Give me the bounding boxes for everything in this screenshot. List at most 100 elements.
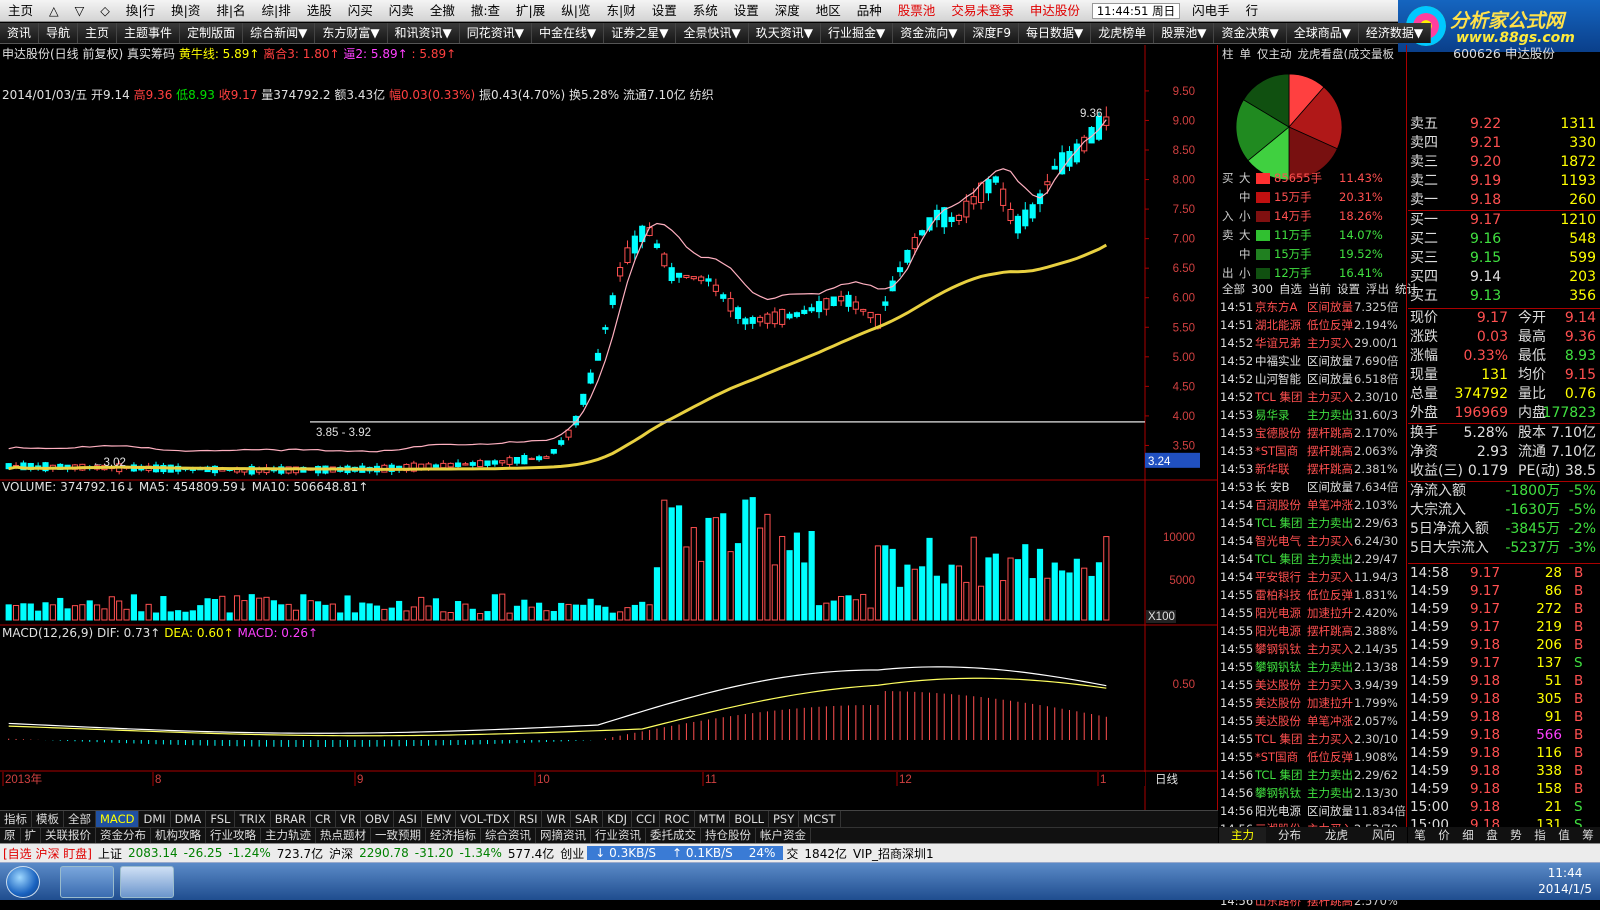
ie-app-icon[interactable] <box>60 866 114 898</box>
nav-item-11[interactable]: 全景快讯▼ <box>676 23 749 43</box>
menu-item-14[interactable]: 纵|览 <box>553 0 598 22</box>
indicator-tab-24[interactable]: MCST <box>799 811 841 827</box>
right-tab-0[interactable]: 笔 <box>1408 827 1432 843</box>
nav-item-16[interactable]: 每日数据▼ <box>1018 23 1092 43</box>
row-button[interactable]: 行 <box>1238 0 1267 22</box>
nav-item-9[interactable]: 中金在线▼ <box>532 23 605 43</box>
indicator-tab-8[interactable]: BRAR <box>271 811 312 827</box>
nav-item-14[interactable]: 资金流向▼ <box>893 23 966 43</box>
menu-red-item-1[interactable]: 交易未登录 <box>943 0 1022 22</box>
indicator-tab-23[interactable]: PSY <box>769 811 800 827</box>
nav-item-0[interactable]: 资讯 <box>0 23 40 43</box>
radar-row[interactable]: 14:52 TCL 集团 主力买入 2.30/10 <box>1219 388 1407 406</box>
indicator-tab-4[interactable]: DMI <box>139 811 171 827</box>
indicator-tab-13[interactable]: EMV <box>422 811 456 827</box>
nav-item-4[interactable]: 定制版面 <box>180 23 244 43</box>
menu-item-11[interactable]: 全撤 <box>422 0 463 22</box>
radar-head-5[interactable]: 浮出 <box>1363 280 1392 298</box>
tray-clock[interactable]: 11:44 2014/1/5 <box>1538 865 1592 897</box>
indicator-tab-17[interactable]: SAR <box>571 811 604 827</box>
flow-head-2[interactable]: 仅主动 <box>1254 45 1295 63</box>
watch-indicator[interactable]: [自选 沪深 盯盘] <box>0 845 95 862</box>
flow-head-1[interactable]: 单 <box>1237 45 1255 63</box>
nav-item-7[interactable]: 和讯资讯▼ <box>387 23 460 43</box>
radar-row[interactable]: 14:53 宝德股份 摆杆跳高 2.170% <box>1219 424 1407 442</box>
indicator-tab-1[interactable]: 模板 <box>32 811 64 827</box>
radar-row[interactable]: 14:53 长 安B 区间放量 7.634倍 <box>1219 478 1407 496</box>
indicator-tab-21[interactable]: MTM <box>695 811 731 827</box>
info-tab-0[interactable]: 原 <box>0 828 21 843</box>
stock-app-icon[interactable] <box>120 866 174 898</box>
radar-row[interactable]: 14:51 京东方A 区间放量 7.325倍 <box>1219 298 1407 316</box>
menu-item-10[interactable]: 闪卖 <box>381 0 422 22</box>
radar-row[interactable]: 14:55 攀钢钒钛 主力卖出 2.13/38 <box>1219 658 1407 676</box>
radar-row[interactable]: 14:51 湖北能源 低位反弹 2.194% <box>1219 316 1407 334</box>
flash-order-button[interactable]: 闪电手 <box>1184 0 1238 22</box>
menu-item-0[interactable]: 主页 <box>0 0 41 22</box>
info-tab-6[interactable]: 主力轨迹 <box>261 828 316 843</box>
nav-item-20[interactable]: 全球商品▼ <box>1286 23 1359 43</box>
nav-item-2[interactable]: 主页 <box>78 23 118 43</box>
right-tab-4[interactable]: 势 <box>1504 827 1528 843</box>
radar-row[interactable]: 14:56 攀钢钒钛 主力卖出 2.13/30 <box>1219 784 1407 802</box>
info-tab-8[interactable]: 一致预期 <box>371 828 426 843</box>
radar-row[interactable]: 14:54 平安银行 主力买入 11.94/3 <box>1219 568 1407 586</box>
info-tab-1[interactable]: 扩 <box>21 828 41 843</box>
nav-item-3[interactable]: 主题事件 <box>117 23 181 43</box>
start-button-icon[interactable] <box>6 866 40 898</box>
radar-row[interactable]: 14:52 华谊兄弟 主力买入 29.00/1 <box>1219 334 1407 352</box>
indicator-tab-6[interactable]: FSL <box>206 811 236 827</box>
indicator-tab-11[interactable]: OBV <box>361 811 395 827</box>
radar-head-0[interactable]: 全部 <box>1219 280 1248 298</box>
menu-item-9[interactable]: 闪买 <box>340 0 381 22</box>
indicator-tab-9[interactable]: CR <box>311 811 337 827</box>
radar-row[interactable]: 14:56 TCL 集团 主力卖出 2.29/62 <box>1219 766 1407 784</box>
indicator-tab-20[interactable]: ROC <box>660 811 695 827</box>
info-tab-13[interactable]: 委托成交 <box>646 828 701 843</box>
radar-row[interactable]: 14:55 阳光电源 摆杆跳高 2.388% <box>1219 622 1407 640</box>
menu-item-19[interactable]: 深度 <box>767 0 808 22</box>
radar-head-2[interactable]: 自选 <box>1276 280 1305 298</box>
menu-item-15[interactable]: 东|财 <box>598 0 643 22</box>
info-tab-3[interactable]: 资金分布 <box>96 828 151 843</box>
menu-red-item-0[interactable]: 股票池 <box>890 0 944 22</box>
flow-head-0[interactable]: 柱 <box>1219 45 1237 63</box>
right-tab-2[interactable]: 细 <box>1456 827 1480 843</box>
radar-row[interactable]: 14:53 *ST国商 摆杆跳高 2.063% <box>1219 442 1407 460</box>
radar-row[interactable]: 14:52 山河智能 区间放量 6.518倍 <box>1219 370 1407 388</box>
radar-head-4[interactable]: 设置 <box>1334 280 1363 298</box>
nav-item-6[interactable]: 东方财富▼ <box>315 23 388 43</box>
menu-item-20[interactable]: 地区 <box>808 0 849 22</box>
nav-item-12[interactable]: 玖天资讯▼ <box>748 23 821 43</box>
mid-tab-1[interactable]: 分布 <box>1266 827 1313 843</box>
nav-item-10[interactable]: 证券之星▼ <box>604 23 677 43</box>
menu-item-12[interactable]: 撤:查 <box>463 0 508 22</box>
info-tab-10[interactable]: 综合资讯 <box>481 828 536 843</box>
radar-row[interactable]: 14:54 百润股份 单笔冲涨 2.103% <box>1219 496 1407 514</box>
menu-item-16[interactable]: 设置 <box>644 0 685 22</box>
nav-item-1[interactable]: 导航 <box>39 23 79 43</box>
info-tab-4[interactable]: 机构攻略 <box>151 828 206 843</box>
menu-item-5[interactable]: 换|资 <box>163 0 208 22</box>
radar-row[interactable]: 14:53 易华录 主力卖出 31.60/3 <box>1219 406 1407 424</box>
nav-item-18[interactable]: 股票池▼ <box>1154 23 1215 43</box>
menu-item-4[interactable]: 換|行 <box>118 0 163 22</box>
radar-row[interactable]: 14:52 中福实业 区间放量 7.690倍 <box>1219 352 1407 370</box>
menu-item-1[interactable]: △ <box>41 0 67 22</box>
info-tab-9[interactable]: 经济指标 <box>426 828 481 843</box>
radar-row[interactable]: 14:56 阳光电源 区间放量 11.834倍 <box>1219 802 1407 820</box>
indicator-tab-14[interactable]: VOL-TDX <box>456 811 515 827</box>
indicator-tab-10[interactable]: VR <box>336 811 361 827</box>
radar-row[interactable]: 14:55 美达股份 加速拉升 1.799% <box>1219 694 1407 712</box>
radar-row[interactable]: 14:55 美达股份 主力买入 3.94/39 <box>1219 676 1407 694</box>
menu-item-13[interactable]: 扩|展 <box>508 0 553 22</box>
indicator-tab-15[interactable]: RSI <box>515 811 543 827</box>
indicator-tab-22[interactable]: BOLL <box>730 811 769 827</box>
menu-item-17[interactable]: 系统 <box>685 0 726 22</box>
mid-tab-2[interactable]: 龙虎 <box>1313 827 1360 843</box>
info-tab-12[interactable]: 行业资讯 <box>591 828 646 843</box>
indicator-tab-2[interactable]: 全部 <box>64 811 96 827</box>
menu-red-item-2[interactable]: 申达股份 <box>1022 0 1088 22</box>
mid-tab-0[interactable]: 主力 <box>1219 827 1266 843</box>
indicator-tab-12[interactable]: ASI <box>394 811 422 827</box>
